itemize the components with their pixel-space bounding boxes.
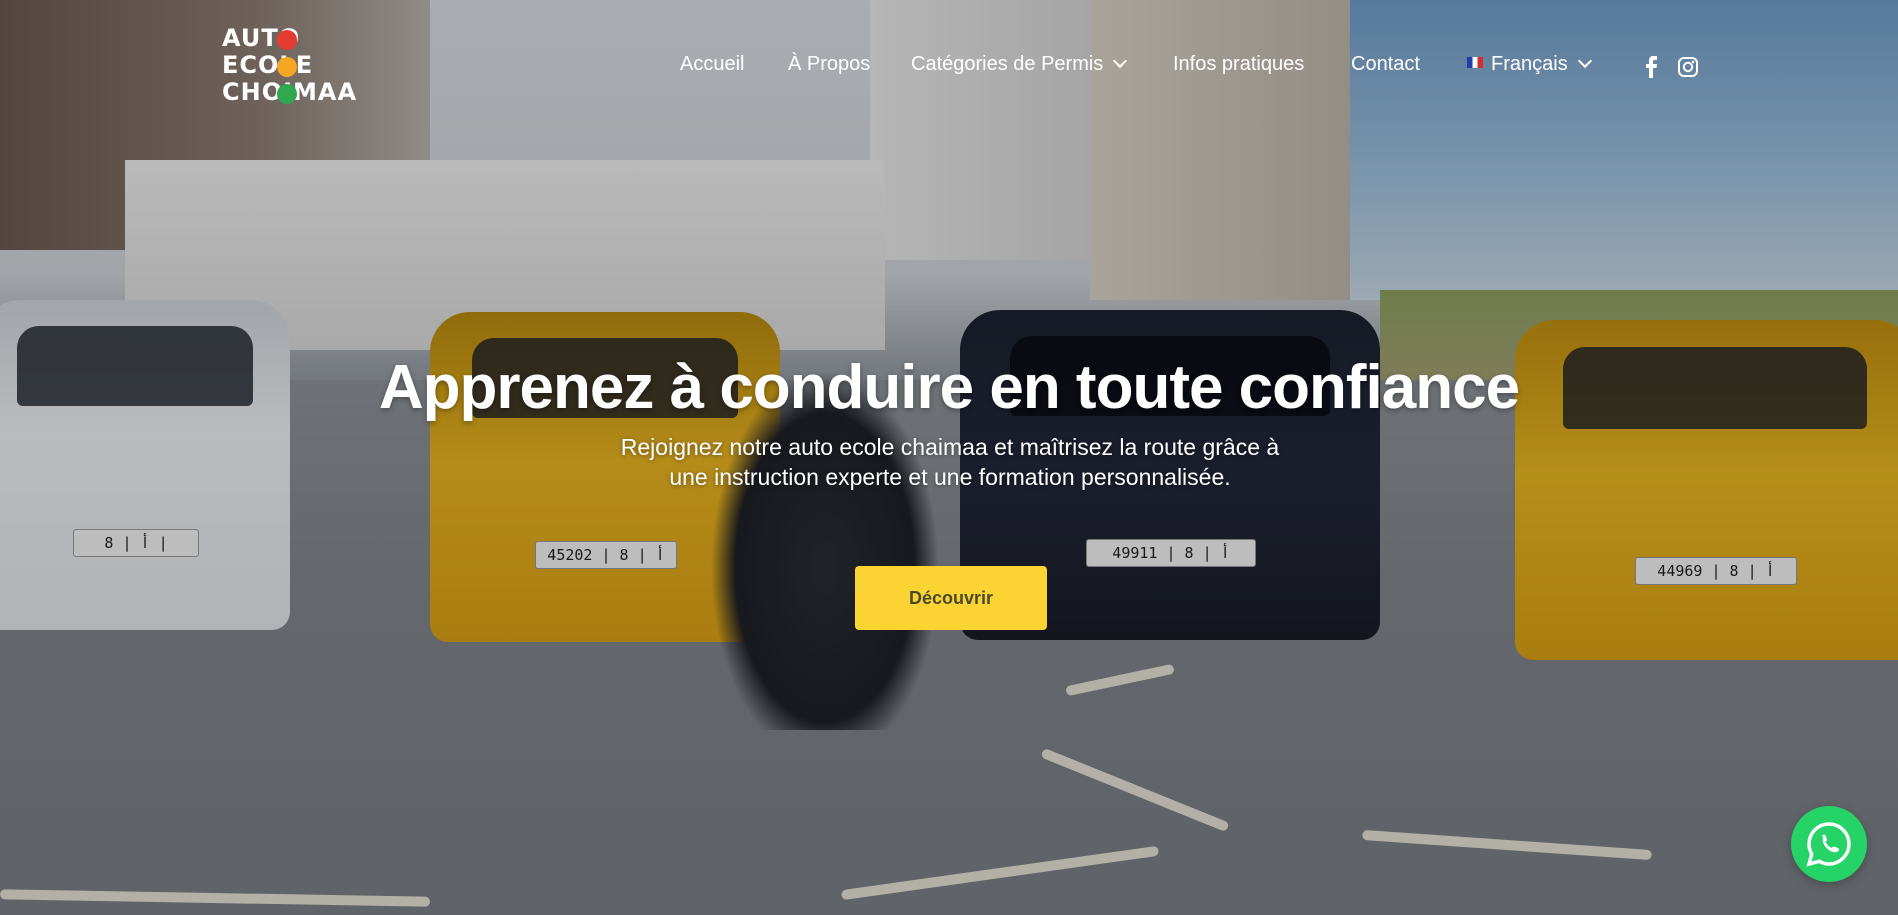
facebook-link[interactable] [1641,56,1663,78]
nav-item-infos-pratiques[interactable]: Infos pratiques [1173,53,1304,76]
language-switcher[interactable]: Français [1467,53,1592,76]
hero-headline: Apprenez à conduire en toute confiance [378,353,1520,422]
discover-button[interactable]: Découvrir [855,566,1047,630]
instagram-icon [1678,57,1698,77]
nav-item-accueil[interactable]: Accueil [680,53,744,76]
chevron-down-icon [1577,53,1592,69]
whatsapp-button[interactable] [1791,806,1867,882]
france-flag-icon [1467,57,1483,69]
nav-item-label: Contact [1351,53,1420,75]
main-nav: Accueil À Propos Catégories de Permis In… [0,49,1898,81]
nav-item-label: Accueil [680,53,745,75]
nav-item-contact[interactable]: Contact [1351,53,1420,76]
whatsapp-icon [1806,822,1851,867]
logo-red-dot [277,30,297,50]
instagram-link[interactable] [1677,56,1699,78]
chevron-down-icon [1113,53,1128,69]
hero-subtext: Rejoignez notre auto ecole chaimaa et ma… [620,434,1280,490]
logo-green-dot [277,84,297,104]
nav-item-categories[interactable]: Catégories de Permis [911,53,1128,76]
language-label: Français [1491,53,1568,75]
nav-item-label: Infos pratiques [1173,53,1305,75]
nav-item-label: Catégories de Permis [911,53,1104,75]
facebook-icon [1646,56,1657,78]
nav-item-label: À Propos [788,53,871,75]
nav-item-a-propos[interactable]: À Propos [788,53,870,76]
